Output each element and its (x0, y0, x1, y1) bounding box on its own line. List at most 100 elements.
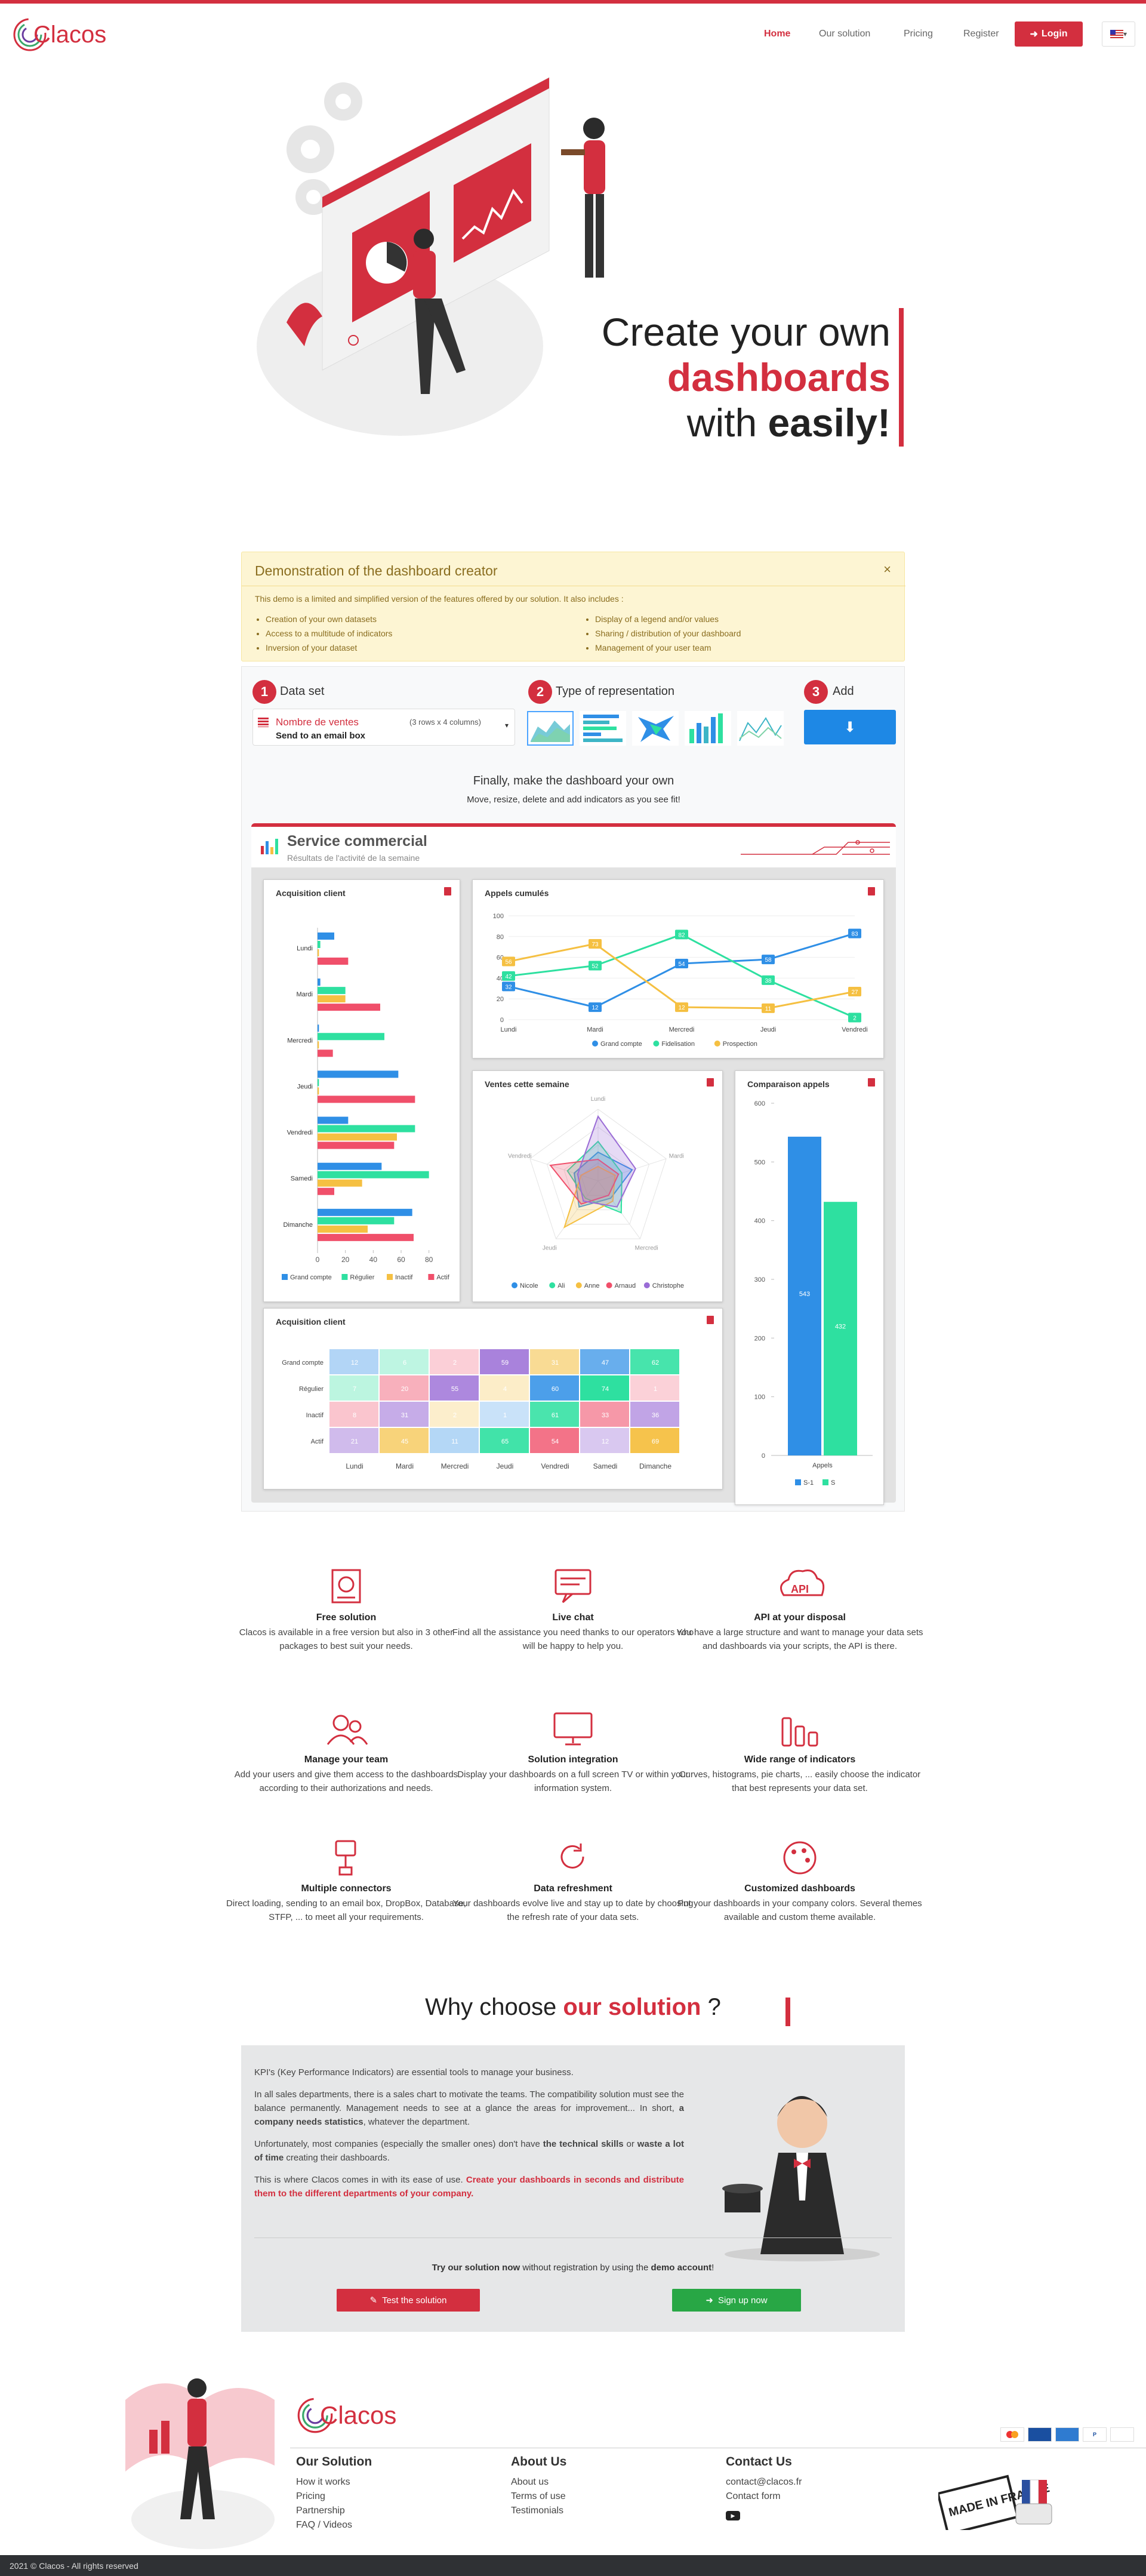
refresh-icon (560, 1843, 584, 1869)
bar (318, 1233, 414, 1241)
legend-swatch (606, 1282, 612, 1288)
feature-title: Multiple connectors (301, 1883, 392, 1894)
login-label: Login (1041, 29, 1068, 39)
chart-type-area[interactable] (527, 711, 574, 746)
column-label: Jeudi (497, 1462, 514, 1470)
trash-icon[interactable] (868, 1078, 875, 1087)
nav-register[interactable]: Register (963, 29, 999, 39)
sign-up-button[interactable]: ➜ Sign up now (672, 2289, 801, 2312)
chart-type-map[interactable] (632, 711, 679, 746)
why-text: KPI's (Key Performance Indicators) are e… (254, 2066, 684, 2200)
nav-our-solution[interactable]: Our solution (819, 29, 870, 39)
legend-label: Fidelisation (661, 1041, 695, 1048)
area-chart-icon (531, 721, 570, 742)
tick-label: 40 (369, 1255, 378, 1264)
legend-label: S (831, 1479, 835, 1486)
step-2-label: Type of representation (556, 685, 675, 698)
trash-icon[interactable] (707, 1078, 714, 1087)
legend-swatch (341, 1274, 348, 1280)
chart-card-heatmap[interactable]: Acquisition client Grand compte 12 6 2 59 31 4… (263, 1308, 723, 1489)
dataset-select[interactable]: Nombre de ventes (3 rows x 4 columns) Se… (252, 709, 515, 746)
logo[interactable]: Clacos (12, 17, 106, 53)
chart-type-horizontal-bar[interactable] (580, 711, 626, 746)
bar (318, 1125, 415, 1132)
bar (318, 1070, 399, 1078)
login-button[interactable]: ➜ Login (1015, 21, 1083, 47)
feature-text: Add your users and give them access to t… (234, 1769, 458, 1793)
legend-swatch (643, 1282, 650, 1288)
footer-link[interactable]: Pricing (296, 2489, 372, 2504)
bar (318, 1004, 380, 1011)
bar (318, 1024, 319, 1032)
bar (318, 1141, 395, 1149)
why-title: Why choose our solution ? (425, 1994, 721, 2020)
footer-link[interactable]: contact@clacos.fr (726, 2475, 802, 2489)
cell-label: 4 (503, 1386, 507, 1393)
cell-label: 74 (602, 1386, 609, 1393)
language-selector[interactable]: ▾ (1102, 21, 1135, 47)
paypal-icon: P (1083, 2427, 1107, 2442)
feature-item: Wide range of indicators Curves, histogra… (674, 1706, 925, 1795)
legend-swatch (428, 1274, 435, 1280)
add-indicator-button[interactable]: ⬇ (804, 710, 896, 744)
footer-link[interactable]: Contact form (726, 2489, 802, 2504)
feature-item: Customized dashboards Put your dashboards… (674, 1835, 925, 1924)
axis-label: Vendredi (508, 1153, 531, 1159)
feature-title: Live chat (552, 1612, 594, 1623)
trash-icon[interactable] (707, 1316, 714, 1324)
footer-link[interactable]: FAQ / Videos (296, 2518, 372, 2532)
line-chart-icon (739, 717, 782, 741)
category-label: Jeudi (297, 1083, 313, 1090)
chart-card-acquisition[interactable]: Acquisition client 0 20 40 60 80 Lundi Mardi Me… (263, 879, 460, 1302)
footer-link[interactable]: Testimonials (511, 2504, 566, 2518)
close-icon[interactable]: × (883, 562, 891, 577)
category-label: Mercredi (669, 1026, 695, 1033)
data-label: 52 (592, 964, 599, 970)
tick-label: 200 (754, 1335, 765, 1342)
footer-link[interactable]: How it works (296, 2475, 372, 2489)
chart-type-line[interactable] (737, 711, 784, 746)
legend-label: Nicole (520, 1282, 538, 1289)
step-3-badge: 3 (804, 680, 828, 704)
pencil-icon: ✎ (369, 2295, 378, 2306)
chart-card-comparaison[interactable]: Comparaison appels 0 100 200 300 400 500 600 54… (735, 1070, 884, 1505)
legend-swatch (512, 1282, 517, 1288)
footer-logo[interactable]: Clacos (296, 2396, 415, 2435)
list-item: Display of a legend and/or values (595, 612, 741, 626)
table-icon (258, 718, 269, 727)
axis-label: Mercredi (635, 1245, 658, 1252)
feature-title: Wide range of indicators (744, 1755, 856, 1765)
category-label: Jeudi (760, 1026, 776, 1033)
category-label: Mercredi (287, 1037, 313, 1044)
nav-pricing[interactable]: Pricing (904, 29, 933, 39)
footer-heading: Our Solution (296, 2455, 372, 2469)
hero-accent-bar (899, 308, 904, 447)
chart-card-appels-cumules[interactable]: Appels cumulés 0 20 40 60 80 100 Lundi Mardi Mer… (472, 879, 884, 1058)
bar (318, 995, 346, 1003)
feature-text: Your dashboards evolve live and stay up … (452, 1898, 694, 1922)
legend-swatch (822, 1479, 828, 1485)
legend-swatch (575, 1282, 582, 1288)
chart-type-vertical-bar[interactable] (685, 711, 731, 746)
chart-title: Acquisition client (276, 1317, 346, 1327)
cell-label: 59 (501, 1359, 509, 1367)
footer-link[interactable]: About us (511, 2475, 566, 2489)
chevron-down-icon: ▾ (504, 721, 509, 730)
trash-icon[interactable] (444, 887, 451, 895)
footer-link[interactable]: Partnership (296, 2504, 372, 2518)
feature-title: Customized dashboards (744, 1883, 855, 1894)
nav-home[interactable]: Home (764, 29, 790, 39)
test-solution-button[interactable]: ✎ Test the solution (337, 2289, 480, 2312)
chart-card-ventes[interactable]: Ventes cette semaine Lundi Mardi Mercredi J… (472, 1070, 723, 1302)
youtube-icon[interactable]: ▶ (726, 2511, 740, 2520)
trash-icon[interactable] (868, 887, 875, 895)
bar (318, 1225, 368, 1233)
feature-title: Data refreshment (534, 1883, 612, 1894)
cb-icon (1110, 2427, 1134, 2442)
demo-notice-right-list: Display of a legend and/or values Sharin… (595, 612, 741, 655)
live-chat-icon (554, 1569, 592, 1604)
footer-link[interactable]: Terms of use (511, 2489, 566, 2504)
cell-label: 47 (602, 1359, 609, 1367)
why-paragraph-3: Unfortunately, most companies (especiall… (254, 2139, 684, 2163)
row-label: Régulier (299, 1386, 324, 1393)
